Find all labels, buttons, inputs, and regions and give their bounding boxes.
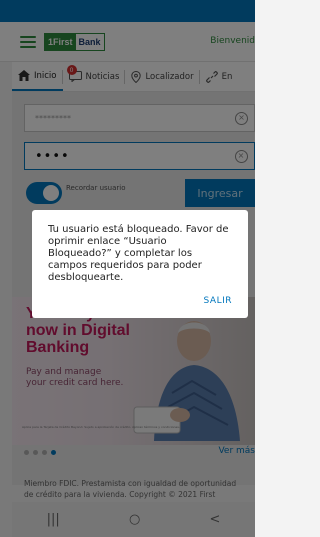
dialog-message: Tu usuario está bloqueado. Favor de opri… <box>48 224 229 283</box>
exit-button[interactable]: SALIR <box>204 296 232 306</box>
blocked-user-dialog: Tu usuario está bloqueado. Favor de opri… <box>32 210 248 318</box>
